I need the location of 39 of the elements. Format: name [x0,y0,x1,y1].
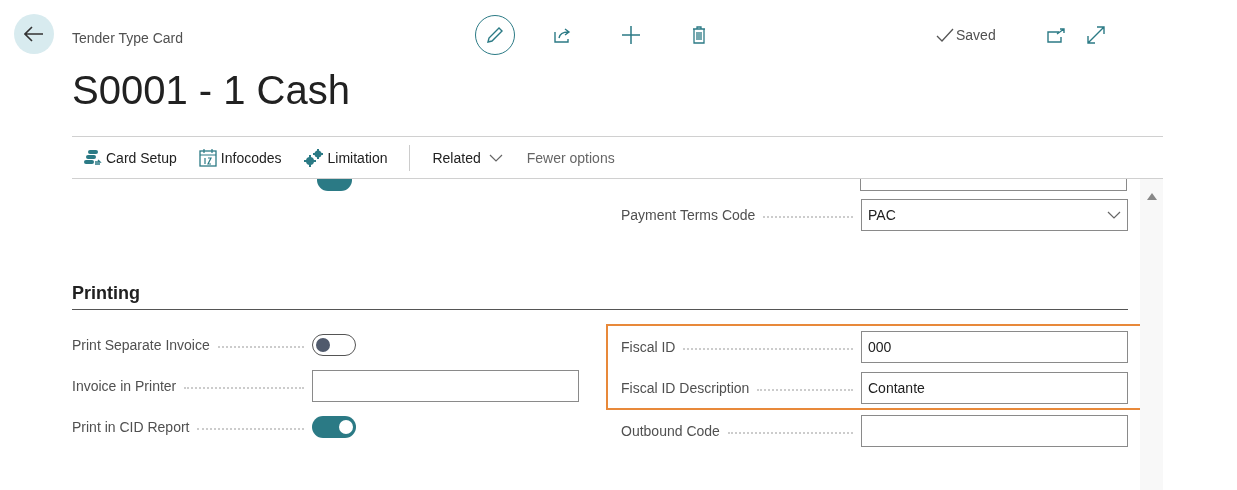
dropdown-field[interactable]: PAC [861,198,1128,231]
pencil-icon [486,26,504,44]
field-label: Fiscal ID [621,338,676,355]
trash-icon [692,26,706,44]
menu-button[interactable]: Related [420,141,515,174]
field-label: Print Separate Invoice [72,336,210,353]
chevron-down-icon [488,153,503,162]
stacked-coins-icon [82,148,102,167]
gears-icon [303,148,324,167]
checkmark-icon [936,28,954,42]
toggle-switch[interactable] [312,333,356,356]
expand-icon [1086,26,1105,44]
field-label: Fiscal ID Description [621,379,750,396]
field-label: Outbound Code [621,422,720,439]
field-label: Payment Terms Code [621,206,756,223]
page-caption: Tender Type Card [72,30,185,46]
field-label: Print in CID Report [72,418,190,435]
scroll-up-icon [1147,193,1157,200]
section-heading: Printing [72,283,1128,310]
page-title: S0001 - 1 Cash [72,68,351,114]
action-button[interactable]: Card Setup [72,141,189,174]
scrollbar[interactable] [1140,179,1163,490]
input-field[interactable] [312,369,579,402]
input-field[interactable]: 000 [861,330,1128,363]
toggle-switch[interactable] [312,415,356,438]
plus-icon [622,26,640,44]
back-arrow-icon [24,26,44,42]
share-icon [554,27,572,43]
input-field[interactable] [861,414,1128,447]
saved-status: Saved [956,27,996,43]
calendar-icon [198,148,217,167]
action-button[interactable]: Limitation [293,141,400,174]
action-button[interactable]: Infocodes [188,141,294,174]
link-button[interactable]: Fewer options [514,141,627,174]
open-in-new-window-icon [1046,27,1065,43]
field-label: Invoice in Printer [72,377,177,394]
chevron-down-icon [1107,210,1121,219]
back-button[interactable] [14,14,54,54]
input-field[interactable]: Contante [861,371,1128,404]
